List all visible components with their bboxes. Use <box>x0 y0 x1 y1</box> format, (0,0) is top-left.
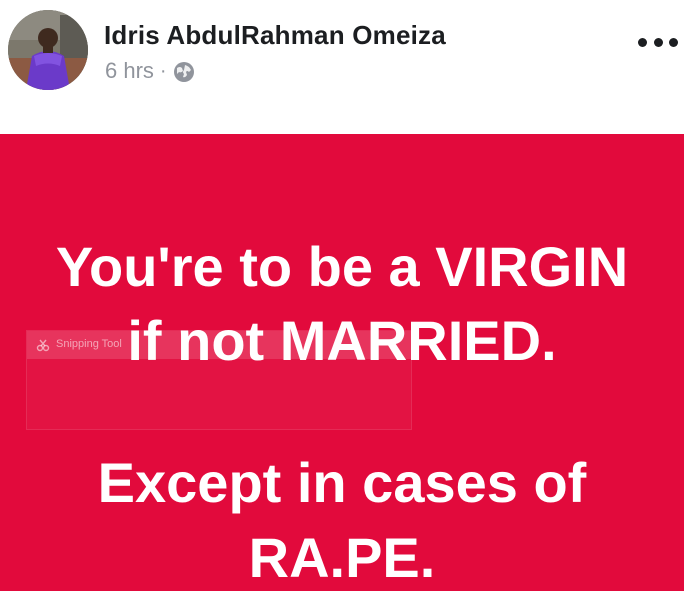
scissors-icon <box>36 339 50 352</box>
post-meta: 6 hrs · <box>105 58 195 84</box>
snipping-tool-overlay: Snipping Tool <box>26 330 412 430</box>
more-options-icon[interactable] <box>638 30 678 54</box>
avatar-photo <box>8 10 88 90</box>
card-text-line: Except in cases of <box>97 451 587 514</box>
meta-separator: · <box>159 59 167 82</box>
globe-icon[interactable] <box>173 61 195 83</box>
post-timestamp[interactable]: 6 hrs <box>105 58 154 84</box>
more-dot <box>638 37 647 47</box>
more-dot <box>669 37 678 47</box>
post-text-card: You're to be a VIRGIN if not MARRIED. Sn… <box>0 134 684 591</box>
snipping-tool-titlebar: Snipping Tool <box>27 331 411 359</box>
post-header: Idris AbdulRahman Omeiza 6 hrs · <box>0 0 684 134</box>
more-dot <box>653 37 663 47</box>
author-avatar[interactable] <box>8 10 88 90</box>
facebook-post: Idris AbdulRahman Omeiza 6 hrs · You're … <box>0 0 684 591</box>
author-name[interactable]: Idris AbdulRahman Omeiza <box>104 20 446 51</box>
card-text-line: You're to be a VIRGIN <box>55 235 629 298</box>
snipping-tool-label: Snipping Tool <box>56 338 122 350</box>
card-text-line: RA.PE. <box>248 526 436 589</box>
